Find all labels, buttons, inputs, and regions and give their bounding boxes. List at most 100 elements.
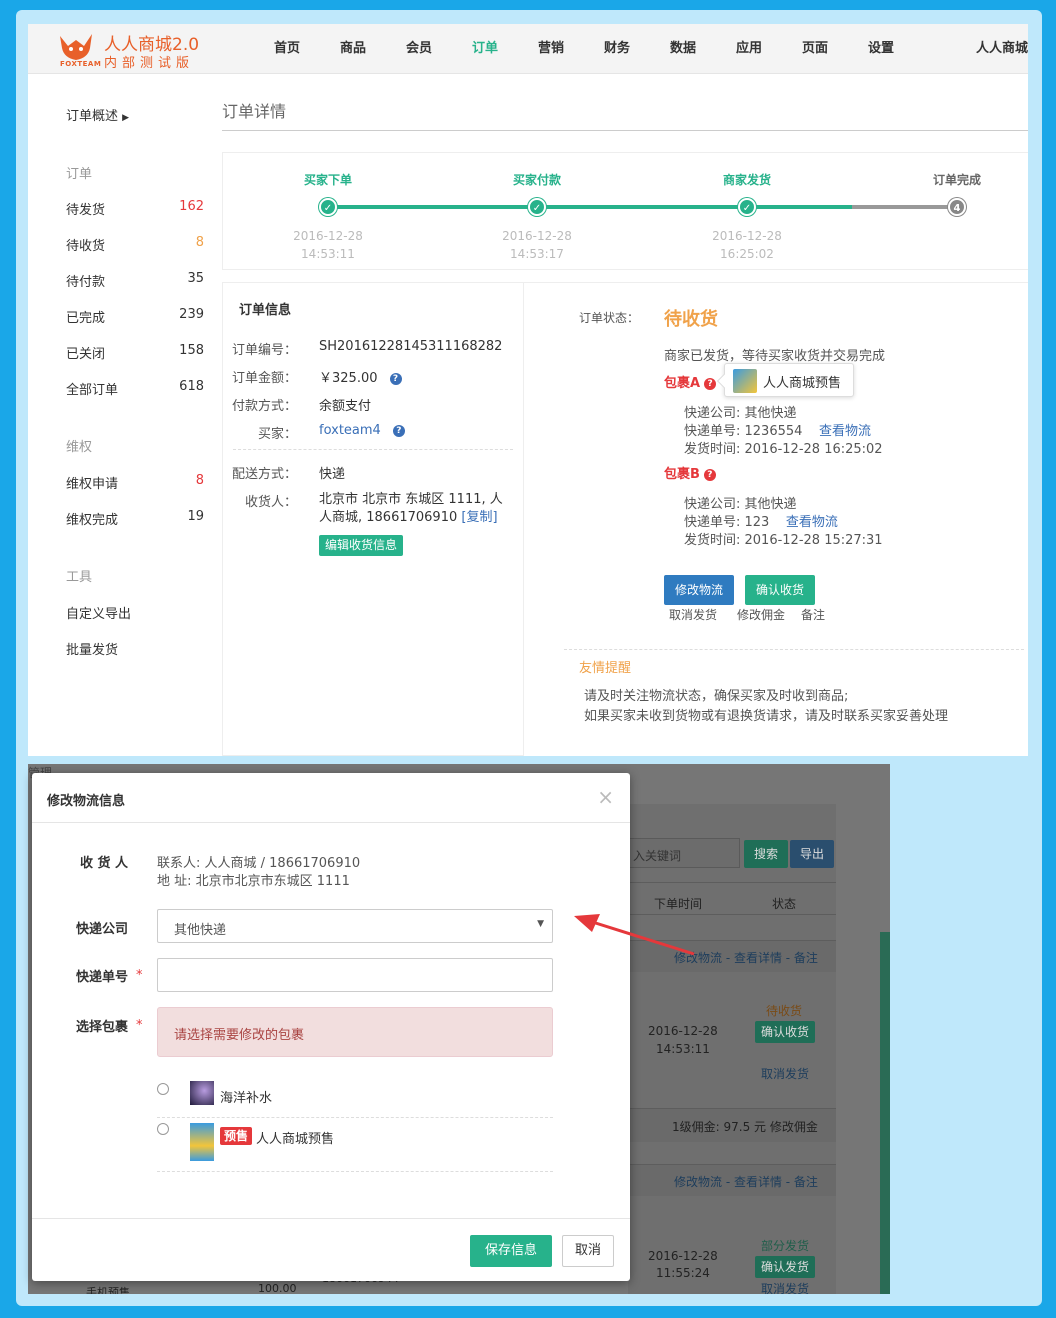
sidebar-item-batch-ship[interactable]: 批量发货 [66,639,204,659]
close-icon[interactable]: × [597,785,614,809]
bg-row-2-actions: 修改物流 - 查看详情 - 备注 [628,1164,836,1196]
courier-company-label: 快递公司 [75,922,128,937]
package-b-label[interactable]: 包裹B? [664,463,716,482]
buyer-value: foxteam4? [319,423,405,438]
nav-pages[interactable]: 页面 [782,24,848,74]
bg-search-button[interactable]: 搜索 [744,840,788,868]
package-radio-1[interactable] [157,1083,169,1095]
buyer-link[interactable]: foxteam4 [319,423,381,438]
title-divider [222,130,1028,131]
copy-link[interactable]: [复制] [461,510,497,525]
payment-label: 付款方式： [231,399,297,414]
modify-commission-link[interactable]: 修改佣金 [737,606,785,623]
divider [157,1117,553,1118]
sidebar-item-rights-apply[interactable]: 维权申请 8 [66,473,204,493]
presale-tag: 预售 [220,1127,253,1145]
order-info-panel: 订单信息 订单编号： SH20161228145311168282 订单金额： … [222,282,524,756]
order-info-heading: 订单信息 [239,303,292,318]
sidebar-item-count: 239 [179,307,204,322]
bg-search-input[interactable]: 入关键词 [628,838,740,868]
question-icon: ? [704,378,717,390]
sidebar-item-rights-done[interactable]: 维权完成 19 [66,509,204,529]
tracking-number-input[interactable] [157,958,553,992]
status-value: 待收货 [664,309,718,330]
cancel-shipping-link[interactable]: 取消发货 [669,606,717,623]
modal-header: 修改物流信息 × [32,773,630,823]
bg-row-1-button[interactable]: 确认收货 [755,1021,815,1043]
sidebar-item-closed[interactable]: 已关闭 158 [66,343,204,363]
sidebar-item-label: 待付款 [66,275,106,290]
receiver-contact: 联系人: 人人商城 / 18661706910 [157,856,361,871]
bg-bottom-price: 100.00 [258,1282,297,1294]
bg-row-2-status: 部分发货 [761,1239,810,1253]
question-icon[interactable]: ? [389,373,402,385]
package-a-tooltip: 人人商城预售 [716,363,854,397]
divider [157,1171,553,1172]
sidebar-item-to-pay[interactable]: 待付款 35 [66,271,204,291]
cancel-button[interactable]: 取消 [562,1235,614,1267]
sidebar-item-all-orders[interactable]: 全部订单 618 [66,379,204,399]
question-icon[interactable]: ? [392,425,405,437]
nav-goods[interactable]: 商品 [320,24,386,74]
nav-apps[interactable]: 应用 [716,24,782,74]
bg-row-2-cancel[interactable]: 取消发货 [761,1280,809,1294]
receiver-address: 地 址: 北京市北京市东城区 1111 [157,874,350,889]
sidebar: 订单概述 ▶ 订单 待发货 162 待收货 8 待付款 35 已完成 239 已… [28,74,221,756]
package-radio-2[interactable] [157,1123,169,1135]
package-a-label[interactable]: 包裹A? [664,372,717,391]
bg-bottom-item: 手机预售 [86,1286,130,1294]
shipping-label: 配送方式： [231,467,297,482]
nav-settings[interactable]: 设置 [848,24,914,74]
track-link-a[interactable]: 查看物流 [819,424,871,439]
track-link-b[interactable]: 查看物流 [786,515,838,530]
modify-logistics-button[interactable]: 修改物流 [664,575,734,605]
package-option-2: 人人商城预售 [256,1132,335,1147]
nav-order[interactable]: 订单 [452,24,518,74]
pkg-a-company: 快递公司: 其他快递 [684,406,797,421]
sidebar-item-label: 全部订单 [66,383,119,398]
receiver-line-2: 人商城, 18661706910 [319,510,458,525]
bg-export-button[interactable]: 导出 [790,840,834,868]
courier-company-select[interactable]: 其他快递 ▼ [157,909,553,943]
sidebar-item-completed[interactable]: 已完成 239 [66,307,204,327]
annotation-arrow-icon [574,914,695,956]
nav-data[interactable]: 数据 [650,24,716,74]
check-icon: ✓ [738,198,756,216]
sidebar-item-custom-export[interactable]: 自定义导出 [66,603,204,623]
pkg-b-time: 发货时间: 2016-12-28 15:27:31 [684,533,883,548]
tooltip-arrow [716,373,732,389]
nav-member[interactable]: 会员 [386,24,452,74]
sidebar-item-count: 8 [195,473,204,488]
nav-home[interactable]: 首页 [254,24,320,74]
brand-subtitle: 内部测试版 [104,56,195,71]
bg-row-2-button[interactable]: 确认发货 [755,1256,815,1278]
shop-name-menu[interactable]: 人人商城 [976,24,1028,74]
sidebar-item-to-ship[interactable]: 待发货 162 [66,199,204,219]
sidebar-item-count: 162 [179,199,204,214]
pkg-a-number-text: 快递单号: 1236554 [684,424,803,439]
sidebar-item-to-receive[interactable]: 待收货 8 [66,235,204,255]
save-button[interactable]: 保存信息 [470,1235,552,1267]
step-date: 2016-12-28 [712,229,782,243]
package-b-text: 包裹B [664,467,700,482]
sidebar-item-label: 维权申请 [66,477,119,492]
sidebar-overview[interactable]: 订单概述 ▶ [66,105,129,124]
notice-title: 友情提醒 [579,661,632,676]
nav-marketing[interactable]: 营销 [518,24,584,74]
sidebar-item-label: 已完成 [66,311,106,326]
bg-row-1-time: 14:53:11 [656,1042,710,1056]
bg-row-actions-text[interactable]: 修改物流 - 查看详情 - 备注 [674,1173,818,1190]
bg-row-1-cancel[interactable]: 取消发货 [761,1065,809,1082]
tooltip-text: 人人商城预售 [763,376,842,391]
sidebar-item-count: 35 [187,271,204,286]
nav-finance[interactable]: 财务 [584,24,650,74]
status-label: 订单状态： [579,311,640,325]
note-link[interactable]: 备注 [801,606,825,623]
confirm-receipt-button[interactable]: 确认收货 [745,575,815,605]
brand-logo[interactable]: FOXTEAM 人人商城2.0 内部测试版 [58,30,228,71]
main-nav: 首页 商品 会员 订单 营销 财务 数据 应用 页面 设置 [254,24,914,74]
required-marker: * [136,1018,143,1033]
edit-receiver-button[interactable]: 编辑收货信息 [319,535,403,556]
pkg-a-time: 发货时间: 2016-12-28 16:25:02 [684,442,883,457]
order-amount-label: 订单金额： [231,371,297,386]
